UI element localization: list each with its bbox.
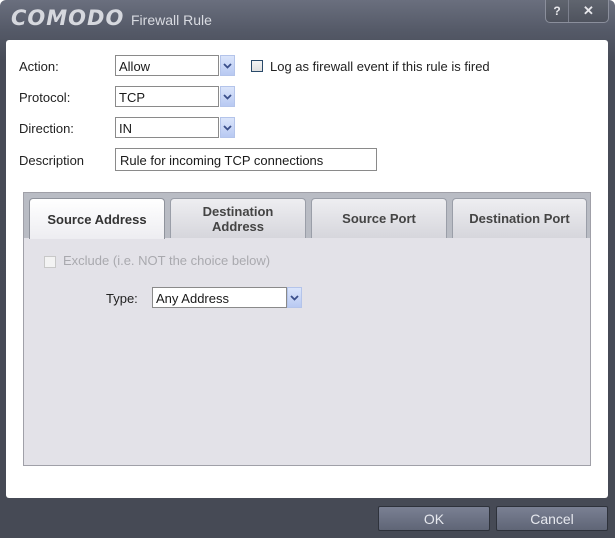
chevron-down-icon <box>223 124 232 131</box>
action-select[interactable]: Allow <box>115 55 219 76</box>
content-panel: Action: Allow Log as firewall event if t… <box>6 40 608 498</box>
tab-destination-address[interactable]: Destination Address <box>170 198 306 238</box>
description-input[interactable]: Rule for incoming TCP connections <box>115 148 377 171</box>
help-button[interactable]: ? <box>546 0 569 22</box>
tab-destination-port[interactable]: Destination Port <box>452 198 587 238</box>
title-bar: COMODO Firewall Rule ? ✕ <box>0 0 615 40</box>
action-label: Action: <box>19 59 59 74</box>
cancel-label: Cancel <box>530 510 574 527</box>
chevron-down-icon <box>223 62 232 69</box>
tab-source-address[interactable]: Source Address <box>29 198 165 239</box>
title-buttons: ? ✕ <box>545 0 609 23</box>
help-icon: ? <box>553 4 561 18</box>
type-value: Any Address <box>156 291 229 306</box>
type-label: Type: <box>106 291 138 306</box>
direction-value: IN <box>119 121 132 136</box>
firewall-rule-dialog: COMODO Firewall Rule ? ✕ Action: Allow L… <box>0 0 615 538</box>
ok-button[interactable]: OK <box>378 506 490 531</box>
description-label: Description <box>19 153 85 168</box>
exclude-label: Exclude (i.e. NOT the choice below) <box>63 253 271 268</box>
protocol-value: TCP <box>119 90 145 105</box>
description-value: Rule for incoming TCP connections <box>120 153 324 168</box>
tab-label: Source Address <box>47 211 147 227</box>
protocol-label: Protocol: <box>19 90 71 105</box>
comodo-logo: COMODO <box>11 6 125 30</box>
tab-label: Source Port <box>342 211 416 226</box>
direction-select[interactable]: IN <box>115 117 219 138</box>
direction-dropdown-button[interactable] <box>220 117 235 138</box>
protocol-dropdown-button[interactable] <box>220 86 235 107</box>
chevron-down-icon <box>223 93 232 100</box>
tab-label: Destination Address <box>202 203 274 234</box>
type-select[interactable]: Any Address <box>152 287 287 308</box>
direction-label: Direction: <box>19 121 74 136</box>
log-event-checkbox[interactable] <box>251 60 263 72</box>
close-button[interactable]: ✕ <box>569 0 608 22</box>
chevron-down-icon <box>290 294 299 301</box>
ok-label: OK <box>423 510 445 527</box>
tab-strip: Source Address Destination Address Sourc… <box>24 193 590 239</box>
log-event-label: Log as firewall event if this rule is fi… <box>270 59 490 74</box>
tab-panel: Source Address Destination Address Sourc… <box>23 192 591 466</box>
action-dropdown-button[interactable] <box>220 55 235 76</box>
cancel-button[interactable]: Cancel <box>496 506 608 531</box>
tab-source-port[interactable]: Source Port <box>311 198 447 238</box>
tab-label: Destination Port <box>469 211 570 226</box>
type-dropdown-button[interactable] <box>287 287 302 308</box>
action-value: Allow <box>119 59 151 74</box>
window-title: Firewall Rule <box>131 12 212 28</box>
exclude-checkbox[interactable] <box>44 256 56 268</box>
close-icon: ✕ <box>583 3 594 18</box>
protocol-select[interactable]: TCP <box>115 86 219 107</box>
